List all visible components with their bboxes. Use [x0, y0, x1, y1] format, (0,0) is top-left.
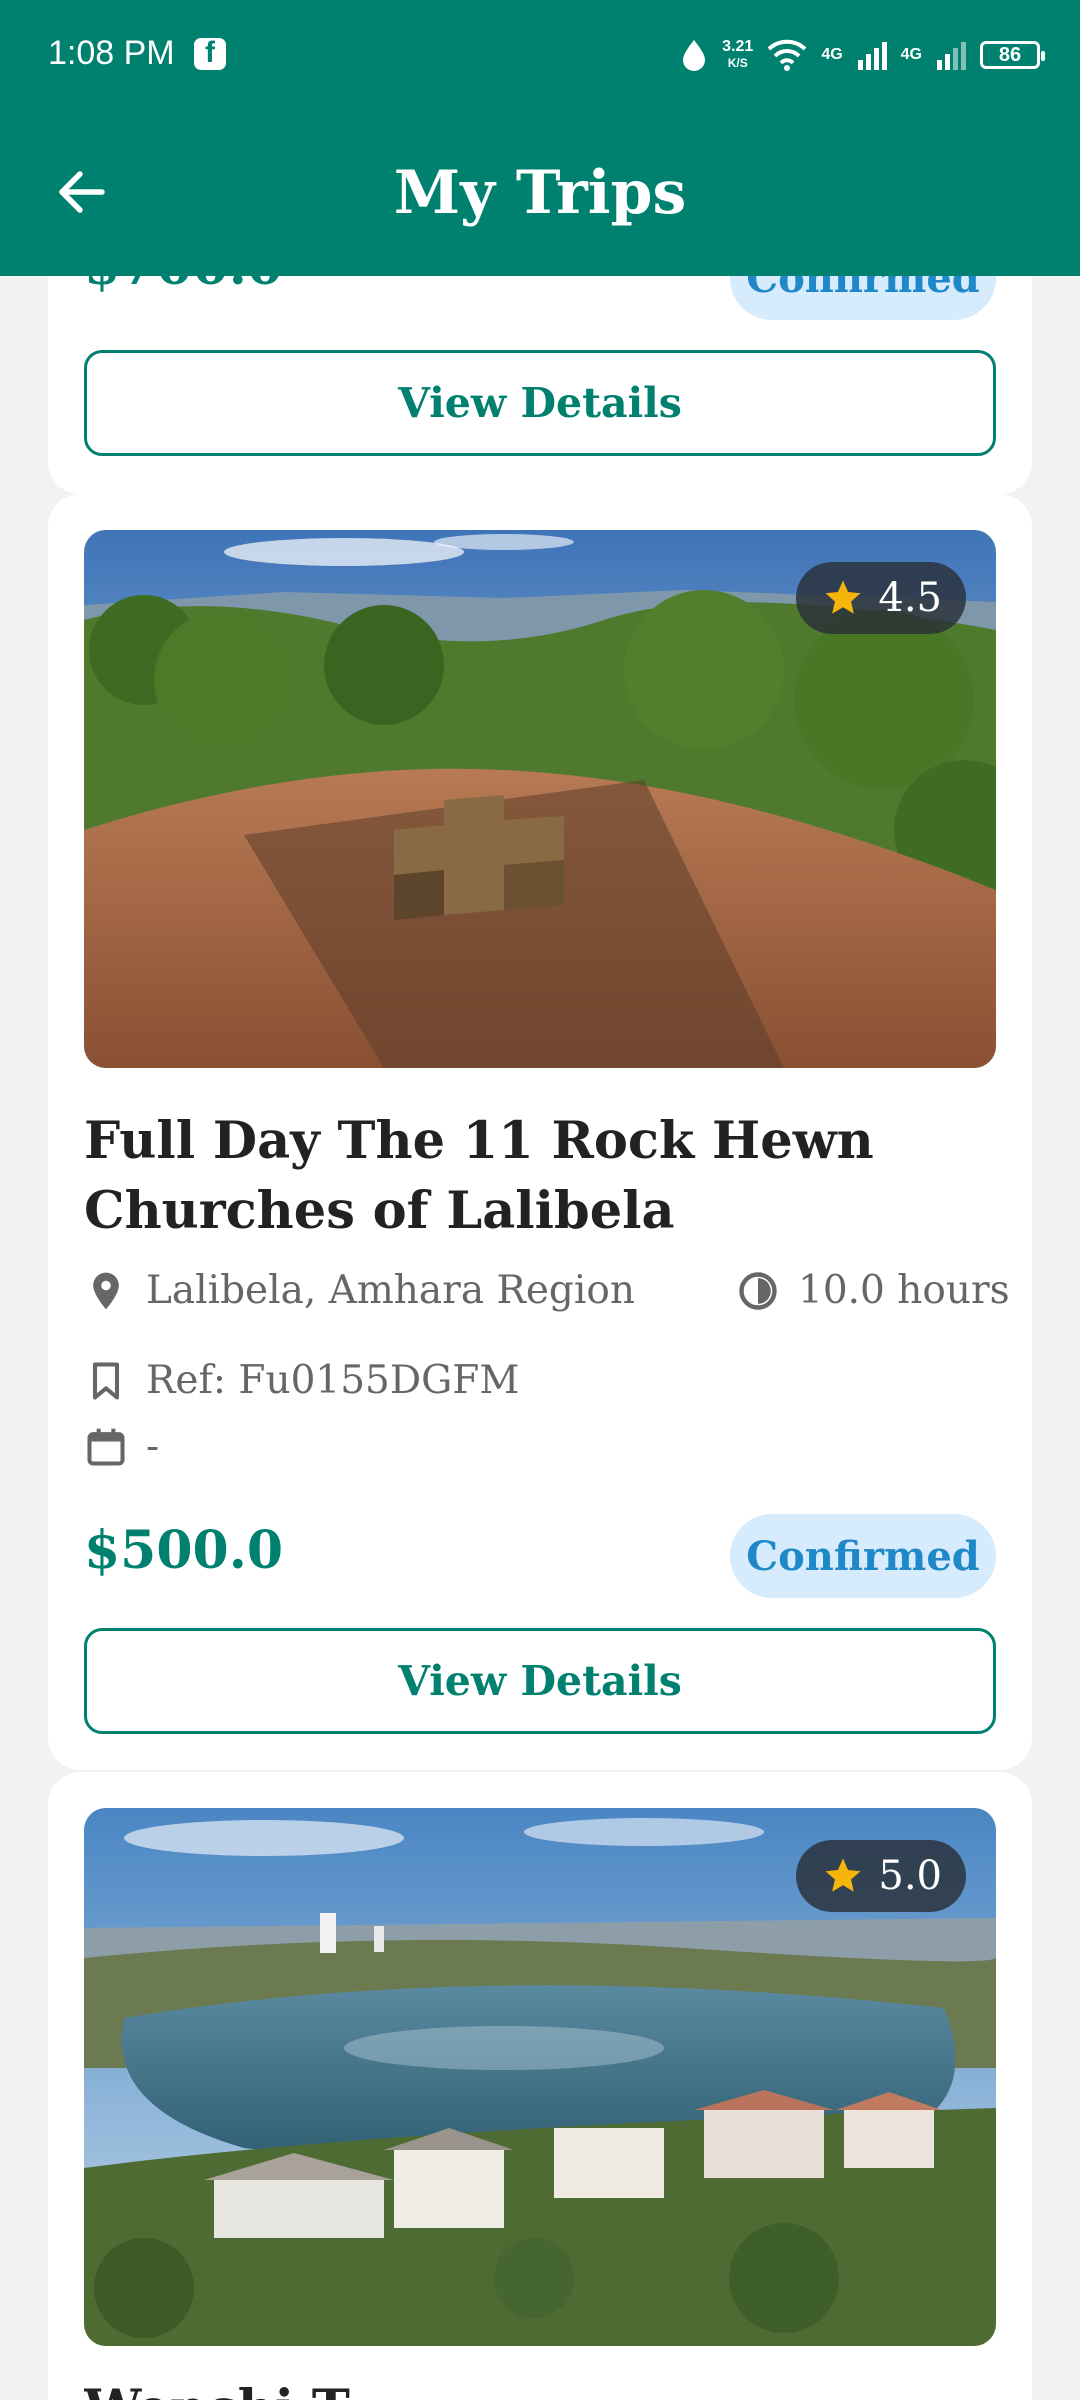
facebook-notification-icon: f [194, 36, 226, 70]
network-type-2: 4G [900, 46, 922, 63]
trip-photo: 5.0 [84, 1808, 996, 2346]
battery-icon: 86 [980, 41, 1045, 69]
rating-badge: 4.5 [796, 562, 966, 634]
wifi-icon [767, 39, 807, 71]
network-type-1: 4G [821, 46, 843, 63]
top-bar: 1:08 PM f 3.21 K/S 4G 4G 86 My Trips [0, 0, 1080, 276]
rating-value: 5.0 [878, 1853, 942, 1899]
trip-date: - [84, 1424, 159, 1469]
status-icons: 3.21 K/S 4G 4G 86 [680, 30, 1045, 80]
status-time: 1:08 PM [48, 34, 175, 72]
network-speed: 3.21 K/S [722, 38, 754, 71]
trip-duration: 10.0 hours [736, 1268, 1010, 1313]
trip-reference: Ref: Fu0155DGFM [84, 1358, 519, 1403]
star-icon [825, 1858, 861, 1892]
bookmark-icon [92, 1361, 120, 1400]
signal-icon-2 [937, 42, 966, 70]
trip-title: Wenchi T [84, 2374, 1004, 2400]
status-bar: 1:08 PM f 3.21 K/S 4G 4G 86 [0, 0, 1080, 108]
star-icon [825, 580, 861, 614]
trip-title: Full Day The 11 Rock Hewn Churches of La… [84, 1111, 874, 1241]
app-bar: My Trips [0, 108, 1080, 276]
view-details-button[interactable]: View Details [84, 350, 996, 456]
location-pin-icon [93, 1272, 119, 1309]
status-badge: Confirmed [730, 1514, 996, 1598]
view-details-button[interactable]: View Details [84, 1628, 996, 1734]
page-title: My Trips [393, 158, 687, 228]
rating-badge: 5.0 [796, 1840, 966, 1912]
data-saver-icon [683, 40, 706, 71]
calendar-icon [87, 1428, 125, 1466]
trip-photo: 4.5 [84, 530, 996, 1068]
rating-value: 4.5 [878, 575, 942, 621]
signal-icon-1 [857, 42, 887, 70]
trip-price: $500.0 [84, 1520, 284, 1581]
trip-location: Lalibela, Amhara Region [84, 1268, 635, 1313]
clock-icon [739, 1271, 777, 1310]
